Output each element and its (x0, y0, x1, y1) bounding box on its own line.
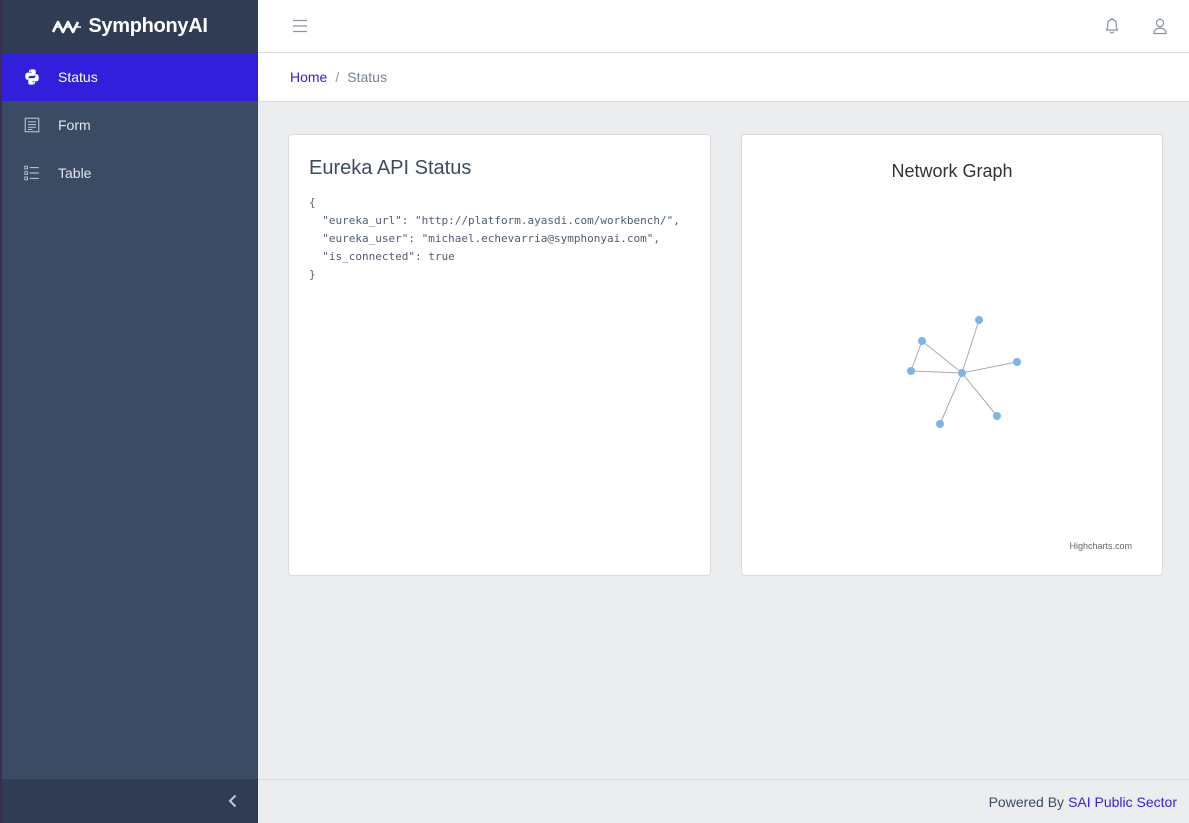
graph-node[interactable] (975, 316, 983, 324)
chevron-left-icon (228, 794, 237, 808)
breadcrumb-separator: / (335, 69, 340, 85)
list-icon (22, 163, 42, 183)
footer: Powered By SAI Public Sector (258, 779, 1189, 823)
sidebar-item-status[interactable]: Status (2, 53, 258, 101)
user-icon[interactable] (1151, 17, 1169, 35)
card-title: Eureka API Status (309, 157, 472, 179)
sidebar-toggler[interactable] (290, 16, 310, 36)
graph-link (961, 372, 998, 417)
graph-node[interactable] (918, 337, 926, 345)
graph-node[interactable] (1013, 358, 1021, 366)
sidebar-item-label: Status (58, 69, 98, 85)
header-toolbar (258, 0, 1189, 53)
breadcrumb: Home / Status (258, 53, 1189, 101)
breadcrumb-home[interactable]: Home (290, 69, 327, 85)
bell-icon[interactable] (1103, 17, 1121, 35)
network-graph[interactable] (742, 135, 1162, 575)
eureka-status-card: Eureka API Status { "eureka_url": "http:… (288, 134, 711, 576)
footer-link[interactable]: SAI Public Sector (1068, 794, 1177, 810)
symphony-wave-icon (52, 20, 82, 33)
sidebar-item-label: Table (58, 165, 92, 181)
sidebar: SymphonyAI Status Form Table (0, 0, 258, 823)
graph-link (939, 372, 963, 425)
graph-node[interactable] (936, 420, 944, 428)
sidebar-item-form[interactable]: Form (2, 101, 258, 149)
graph-link (910, 370, 963, 374)
graph-link (910, 340, 923, 372)
graph-link (961, 319, 980, 374)
brand-logo: SymphonyAI (52, 15, 208, 38)
header-actions (1103, 17, 1169, 35)
brand[interactable]: SymphonyAI (2, 0, 258, 53)
sidebar-item-label: Form (58, 117, 91, 133)
breadcrumb-current: Status (347, 69, 387, 85)
header: Home / Status (258, 0, 1189, 102)
graph-link (961, 361, 1018, 374)
graph-link (921, 340, 963, 374)
footer-prefix: Powered By (988, 793, 1065, 810)
hamburger-icon (293, 19, 307, 33)
sidebar-item-table[interactable]: Table (2, 149, 258, 197)
form-icon (22, 115, 42, 135)
status-json: { "eureka_url": "http://platform.ayasdi.… (309, 196, 680, 281)
network-graph-card: Network Graph Highcharts.com (741, 134, 1163, 576)
graph-node[interactable] (993, 412, 1001, 420)
graph-node[interactable] (907, 367, 915, 375)
highcharts-credits[interactable]: Highcharts.com (1069, 541, 1132, 551)
sidebar-minimizer[interactable] (2, 779, 258, 823)
graph-node[interactable] (958, 369, 966, 377)
sidebar-nav: Status Form Table (2, 53, 258, 197)
python-icon (22, 67, 42, 87)
brand-name: SymphonyAI (88, 15, 208, 37)
